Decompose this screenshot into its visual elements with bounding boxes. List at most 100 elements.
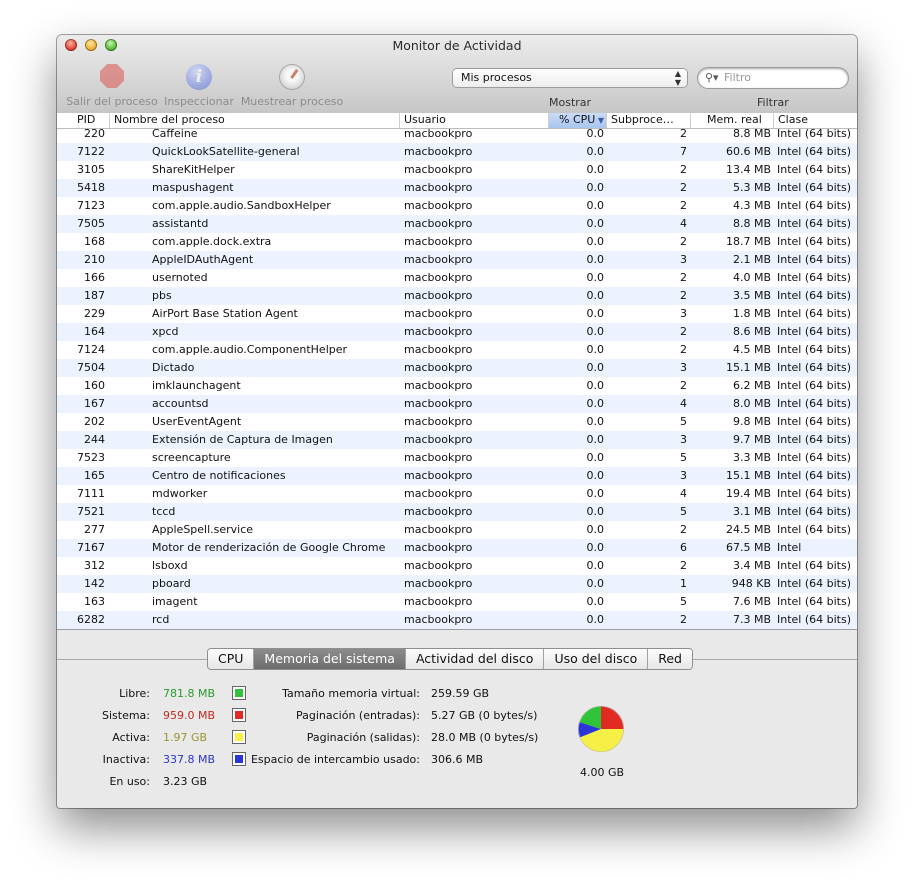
tab-disk-usage[interactable]: Uso del disco [544, 649, 649, 669]
column-header-user[interactable]: Usuario [400, 113, 549, 128]
column-header-class[interactable]: Clase [774, 113, 857, 128]
table-row[interactable]: 229 AirPort Base Station Agent macbookpro 0… [57, 305, 857, 323]
row-cpu: 0.0 [586, 253, 605, 266]
table-row[interactable]: 165 Centro de notificaciones macbookpro 0.0… [57, 467, 857, 485]
row-class: Intel (64 bits) [777, 289, 852, 302]
column-header-pid[interactable]: PID [57, 113, 110, 128]
table-row[interactable]: 168 com.apple.dock.extra macbookpro 0.0 2 18.… [57, 233, 857, 251]
table-row[interactable]: 164 xpcd macbookpro 0.0 2 8.6 MB Intel (64 bit… [57, 323, 857, 341]
table-row[interactable]: 142 pboard macbookpro 0.0 1 948 KB Intel (64 b… [57, 575, 857, 593]
column-header-cpu[interactable]: % CPU ▼ [549, 113, 607, 128]
active-color-swatch[interactable] [233, 731, 245, 743]
table-row[interactable]: 312 lsboxd macbookpro 0.0 2 3.4 MB Intel (64 b… [57, 557, 857, 575]
table-row[interactable]: 7505 assistantd macbookpro 0.0 4 8.8 MB Intel … [57, 215, 857, 233]
column-header-threads[interactable]: Subproce… [607, 113, 691, 128]
inactive-label: Inactiva: [102, 753, 150, 766]
column-header-name[interactable]: Nombre del proceso [110, 113, 400, 128]
total-memory: 4.00 GB [580, 766, 625, 779]
row-user: macbookpro [404, 415, 473, 428]
column-header-mem[interactable]: Mem. real [691, 113, 774, 128]
tab-disk-activity[interactable]: Actividad del disco [406, 649, 545, 669]
row-pid: 167 [84, 397, 105, 410]
table-row[interactable]: 163 imagent macbookpro 0.0 5 7.6 MB Intel (64 … [57, 593, 857, 611]
row-class: Intel (64 bits) [777, 433, 852, 446]
row-threads: 7 [680, 145, 687, 158]
row-user: macbookpro [404, 145, 473, 158]
row-class: Intel (64 bits) [777, 379, 852, 392]
row-process-name: Caffeine [152, 129, 198, 140]
table-row[interactable]: 7122 QuickLookSatellite-general macbookpro… [57, 143, 857, 161]
row-process-name: screencapture [152, 451, 231, 464]
inactive-color-swatch[interactable] [233, 753, 245, 765]
row-cpu: 0.0 [586, 289, 605, 302]
row-threads: 3 [680, 307, 687, 320]
process-filter-value: Mis procesos [461, 71, 532, 84]
row-class: Intel (64 bits) [777, 253, 852, 266]
table-row[interactable]: 3105 ShareKitHelper macbookpro 0.0 2 13.4 MB I… [57, 161, 857, 179]
sort-descending-icon: ▼ [595, 116, 605, 125]
row-user: macbookpro [404, 595, 473, 608]
row-threads: 3 [680, 469, 687, 482]
page-outs-label: Paginación (salidas): [306, 731, 420, 744]
tab-network[interactable]: Red [648, 649, 692, 669]
row-pid: 7111 [77, 487, 105, 500]
table-row[interactable]: 7523 screencapture macbookpro 0.0 5 3.3 MB Int… [57, 449, 857, 467]
table-row[interactable]: 167 accountsd macbookpro 0.0 4 8.0 MB Intel (6… [57, 395, 857, 413]
search-icon: ⚲▾ [705, 71, 719, 84]
row-pid: 312 [84, 559, 105, 572]
row-cpu: 0.0 [586, 397, 605, 410]
row-real-memory: 60.6 MB [725, 145, 771, 158]
table-row[interactable]: 7123 com.apple.audio.SandboxHelper macbook… [57, 197, 857, 215]
table-row[interactable]: 220 Caffeine macbookpro 0.0 2 8.8 MB Intel (64… [57, 129, 857, 143]
row-real-memory: 8.0 MB [732, 397, 771, 410]
row-process-name: AppleSpell.service [152, 523, 254, 536]
sample-process-button[interactable]: Muestrear proceso [241, 64, 343, 108]
table-row[interactable]: 7111 mdworker macbookpro 0.0 4 19.4 MB Intel (… [57, 485, 857, 503]
row-class: Intel (64 bits) [777, 325, 852, 338]
table-row[interactable]: 210 AppleIDAuthAgent macbookpro 0.0 3 2.1 MB I… [57, 251, 857, 269]
table-row[interactable]: 7167 Motor de renderización de Google Chr… [57, 539, 857, 557]
process-table: 220 Caffeine macbookpro 0.0 2 8.8 MB Intel (64… [57, 129, 857, 630]
quit-process-button[interactable]: Salir del proceso [66, 64, 158, 108]
row-real-memory: 3.5 MB [732, 289, 771, 302]
row-user: macbookpro [404, 361, 473, 374]
tab-cpu[interactable]: CPU [208, 649, 255, 669]
table-row[interactable]: 7124 com.apple.audio.ComponentHelper macbo… [57, 341, 857, 359]
filter-label: Filtrar [757, 96, 789, 109]
table-row[interactable]: 160 imklaunchagent macbookpro 0.0 2 6.2 MB Int… [57, 377, 857, 395]
filter-search-field[interactable]: ⚲▾ Filtro [698, 68, 848, 88]
process-filter-select[interactable]: Mis procesos ▲ ▼ [453, 69, 687, 87]
table-row[interactable]: 6282 rcd macbookpro 0.0 2 7.3 MB Intel (64 bit… [57, 611, 857, 629]
row-user: macbookpro [404, 397, 473, 410]
row-real-memory: 19.4 MB [725, 487, 771, 500]
row-real-memory: 3.1 MB [732, 505, 771, 518]
table-row[interactable]: 7504 Dictado macbookpro 0.0 3 15.1 MB Intel (6… [57, 359, 857, 377]
row-process-name: tccd [152, 505, 176, 518]
row-cpu: 0.0 [586, 199, 605, 212]
row-cpu: 0.0 [586, 487, 605, 500]
column-header-cpu-label: % CPU [559, 113, 596, 126]
row-class: Intel (64 bits) [777, 451, 852, 464]
wired-color-swatch[interactable] [233, 709, 245, 721]
row-user: macbookpro [404, 379, 473, 392]
inspect-button[interactable]: i Inspeccionar [164, 64, 234, 108]
row-real-memory: 8.8 MB [732, 129, 771, 140]
table-row[interactable]: 244 Extensión de Captura de Imagen macbook… [57, 431, 857, 449]
row-process-name: QuickLookSatellite-general [152, 145, 300, 158]
table-row[interactable]: 5418 maspushagent macbookpro 0.0 2 5.3 MB Inte… [57, 179, 857, 197]
row-process-name: AirPort Base Station Agent [152, 307, 298, 320]
row-user: macbookpro [404, 199, 473, 212]
table-row[interactable]: 202 UserEventAgent macbookpro 0.0 5 9.8 MB Int… [57, 413, 857, 431]
row-pid: 7521 [77, 505, 105, 518]
table-row[interactable]: 187 pbs macbookpro 0.0 2 3.5 MB Intel (64 bits… [57, 287, 857, 305]
row-real-memory: 6.2 MB [732, 379, 771, 392]
tab-system-memory[interactable]: Memoria del sistema [254, 649, 406, 669]
table-row[interactable]: 166 usernoted macbookpro 0.0 2 4.0 MB Intel (6… [57, 269, 857, 287]
table-row[interactable]: 7521 tccd macbookpro 0.0 5 3.1 MB Intel (64 bi… [57, 503, 857, 521]
row-cpu: 0.0 [586, 379, 605, 392]
free-color-swatch[interactable] [233, 687, 245, 699]
row-real-memory: 4.0 MB [732, 271, 771, 284]
table-row[interactable]: 277 AppleSpell.service macbookpro 0.0 2 24.5 … [57, 521, 857, 539]
row-threads: 2 [680, 289, 687, 302]
row-process-name: Extensión de Captura de Imagen [152, 433, 333, 446]
